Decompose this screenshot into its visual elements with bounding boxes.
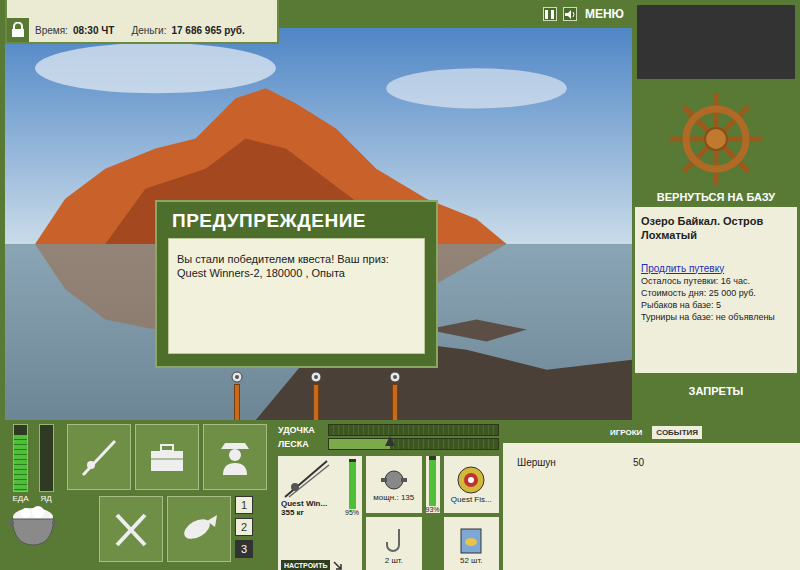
- bell-icon: [388, 370, 402, 384]
- rod-condition-bar: [349, 459, 356, 509]
- pages: 1 2 3: [235, 496, 253, 562]
- time-label: Время:: [35, 25, 68, 36]
- knife-fork-icon: [109, 507, 153, 551]
- lock-button[interactable]: [7, 18, 29, 42]
- bait-slot[interactable]: 52 шт.: [444, 517, 500, 570]
- sound-icon: [564, 9, 575, 20]
- bell-icon: [230, 370, 244, 384]
- money-value: 17 686 965 руб.: [171, 25, 244, 36]
- line-name: Quest Fis...: [451, 495, 492, 504]
- fisherman-icon: [213, 435, 257, 479]
- line-spool-icon: [456, 465, 486, 495]
- reel-power: мощн.: 135: [373, 493, 414, 502]
- fish-button[interactable]: [167, 496, 231, 562]
- bell-icon: [309, 370, 323, 384]
- tension-row: ЛЕСКА: [278, 438, 499, 450]
- page-button[interactable]: 2: [235, 518, 253, 536]
- warning-dialog: ПРЕДУПРЕЖДЕНИЕ Вы стали победителем квес…: [155, 200, 438, 368]
- meter: ЯД: [39, 424, 54, 503]
- info-line: Рыбаков на базе: 5: [641, 300, 791, 310]
- player-panel: ЕДА ЯД 1 2 3: [5, 424, 278, 570]
- tension-label: УДОЧКА: [278, 425, 324, 435]
- events-tab[interactable]: СОБЫТИЯ: [652, 426, 702, 439]
- tension-bar: [328, 424, 499, 436]
- rod-slot[interactable]: Quest Win... 355 кг НАСТРОИТЬ 95%: [278, 456, 362, 570]
- meter: ЕДА: [12, 424, 28, 503]
- return-label[interactable]: ВЕРНУТЬСЯ НА БАЗУ: [657, 191, 775, 203]
- event-row: Шершун 50: [517, 457, 791, 468]
- sound-button[interactable]: [563, 7, 577, 21]
- sidebar: ВЕРНУТЬСЯ НА БАЗУ Озеро Байкал. Остров Л…: [632, 0, 800, 420]
- events-list: Шершун 50: [503, 443, 800, 570]
- reel-condition: 93%: [426, 506, 440, 513]
- game-screen: МЕНЮ ПРЕДУПРЕЖДЕНИЕ Вы стали победителем…: [0, 0, 800, 570]
- hook-count: 2 шт.: [385, 556, 403, 565]
- pause-button[interactable]: [543, 7, 557, 21]
- rod-condition: 95%: [345, 509, 359, 516]
- marker-icon: [385, 436, 395, 446]
- extend-link[interactable]: Продлить путевку: [641, 263, 791, 274]
- time-value: 08:30 ЧТ: [73, 25, 115, 36]
- meter-label: ЯД: [40, 494, 51, 503]
- hook-slot[interactable]: 2 шт.: [366, 517, 422, 570]
- rod-icon: [281, 459, 331, 499]
- rod-name: Quest Win...: [281, 499, 327, 508]
- bait-count: 52 шт.: [460, 556, 483, 565]
- event-name: Шершун: [517, 457, 633, 468]
- rod-holder[interactable]: [388, 370, 402, 420]
- event-value: 50: [633, 457, 644, 468]
- lock-icon: [11, 22, 25, 38]
- reel-slot[interactable]: мощн.: 135: [366, 456, 422, 513]
- rod-holder[interactable]: [309, 370, 323, 420]
- location-panel: Озеро Байкал. Остров Лохматый Продлить п…: [635, 207, 797, 373]
- bans-button[interactable]: ЗАПРЕТЫ: [635, 377, 797, 397]
- info-line: Осталось путевки: 16 час.: [641, 276, 791, 286]
- fish-icon: [177, 507, 221, 551]
- rod-icon: [77, 435, 121, 479]
- reel-condition-bar: [429, 456, 436, 506]
- page-button[interactable]: 3: [235, 540, 253, 558]
- tune-button[interactable]: НАСТРОИТЬ: [281, 560, 330, 570]
- tackle-box-button[interactable]: [135, 424, 199, 490]
- tension-label: ЛЕСКА: [278, 439, 324, 449]
- rod-weight: 355 кг: [281, 508, 304, 517]
- hook-icon: [379, 526, 409, 556]
- menu-button[interactable]: МЕНЮ: [583, 7, 626, 21]
- fisherman-button[interactable]: [203, 424, 267, 490]
- reel-icon: [379, 467, 409, 493]
- status-box: Время: 08:30 ЧТ Деньги: 17 686 965 руб.: [5, 0, 279, 44]
- page-button[interactable]: 1: [235, 496, 253, 514]
- main-area: МЕНЮ ПРЕДУПРЕЖДЕНИЕ Вы стали победителем…: [0, 0, 632, 420]
- meter-track: [39, 424, 54, 492]
- meter-label: ЕДА: [12, 494, 28, 503]
- dialog-message: Вы стали победителем квеста! Ваш приз: Q…: [168, 238, 425, 354]
- tension-bar: [328, 438, 499, 450]
- food-button[interactable]: [99, 496, 163, 562]
- lake-photo: ПРЕДУПРЕЖДЕНИЕ Вы стали победителем квес…: [5, 28, 632, 420]
- location-name: Озеро Байкал. Остров Лохматый: [641, 215, 791, 243]
- bait-pack-icon: [456, 526, 486, 556]
- meter-track: [13, 424, 28, 492]
- info-line: Стоимость дня: 25 000 руб.: [641, 288, 791, 298]
- tension-row: УДОЧКА: [278, 424, 499, 436]
- rod-holder[interactable]: [230, 370, 244, 420]
- events-panel: ИГРОКИ СОБЫТИЯ Шершун 50: [503, 424, 800, 570]
- ship-wheel-icon: [668, 91, 764, 187]
- return-to-base[interactable]: ВЕРНУТЬСЯ НА БАЗУ: [635, 83, 797, 203]
- money-label: Деньги:: [131, 25, 166, 36]
- line-slot[interactable]: Quest Fis...: [444, 456, 500, 513]
- ad-box: [637, 5, 795, 79]
- tackle-box-icon: [145, 435, 189, 479]
- rods-button[interactable]: [67, 424, 131, 490]
- pot-icon[interactable]: [8, 503, 58, 549]
- arrow-icon: [333, 561, 343, 570]
- events-tab[interactable]: ИГРОКИ: [606, 426, 646, 439]
- pause-icon: [544, 9, 555, 20]
- dialog-title: ПРЕДУПРЕЖДЕНИЕ: [168, 202, 425, 238]
- tackle-panel: УДОЧКА ЛЕСКА Quest Win... 355 кг НАСТРОИ…: [278, 424, 503, 570]
- info-line: Турниры на базе: не объявлены: [641, 312, 791, 322]
